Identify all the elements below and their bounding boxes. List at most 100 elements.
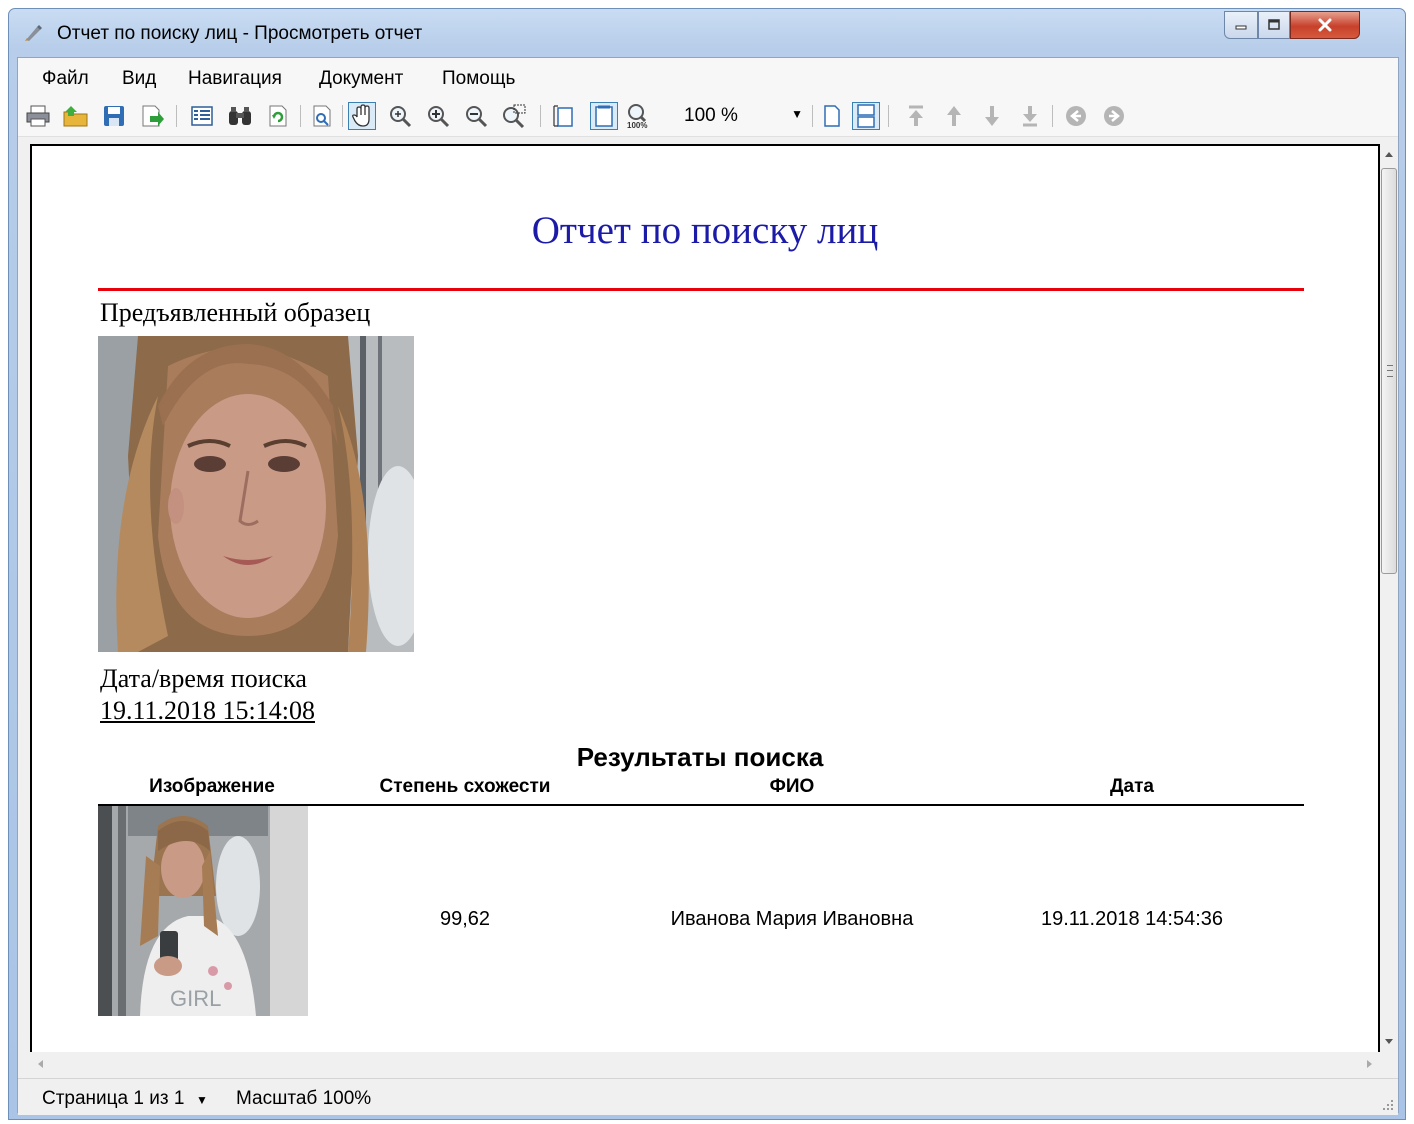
menu-file[interactable]: Файл bbox=[42, 68, 89, 90]
toolbar-separator bbox=[540, 105, 541, 127]
zoom-area-button[interactable] bbox=[500, 102, 528, 130]
print-button[interactable] bbox=[24, 102, 52, 130]
whole-page-icon bbox=[595, 105, 613, 127]
next-page-icon bbox=[985, 106, 999, 126]
result-thumbnail[interactable]: GIRL bbox=[98, 806, 308, 1016]
next-page-button[interactable] bbox=[978, 102, 1006, 130]
report-title: Отчет по поиску лиц bbox=[531, 209, 879, 252]
scroll-down-icon[interactable] bbox=[1384, 1038, 1394, 1046]
scroll-right-icon[interactable] bbox=[1366, 1059, 1374, 1069]
hand-tool-icon bbox=[352, 104, 370, 127]
single-page-button[interactable] bbox=[818, 102, 846, 130]
actual-size-button[interactable]: 100% bbox=[624, 102, 652, 130]
column-header-similarity: Степень схожести bbox=[379, 776, 551, 797]
toolbar-separator bbox=[888, 105, 889, 127]
scale-indicator: Масштаб 100% bbox=[236, 1088, 372, 1109]
page-setup-button[interactable] bbox=[308, 102, 336, 130]
toolbar-separator bbox=[342, 105, 343, 127]
close-icon bbox=[1318, 18, 1332, 32]
thumbnails-icon bbox=[191, 106, 213, 126]
last-page-icon bbox=[1023, 106, 1037, 127]
sample-label: Предъявленный образец bbox=[100, 298, 371, 327]
export-icon bbox=[142, 105, 164, 127]
open-icon bbox=[63, 106, 88, 127]
toolbar: 100% 100 % ▼ bbox=[18, 96, 1398, 137]
zoom-out-button[interactable] bbox=[462, 102, 490, 130]
menu-view[interactable]: Вид bbox=[122, 68, 156, 90]
whole-page-button[interactable] bbox=[590, 102, 618, 130]
menu-navigation[interactable]: Навигация bbox=[188, 68, 282, 90]
export-button[interactable] bbox=[138, 102, 166, 130]
zoom-value: 100 % bbox=[684, 105, 738, 126]
zoom-area-icon bbox=[503, 104, 526, 128]
menu-help[interactable]: Помощь bbox=[442, 68, 515, 90]
continuous-page-icon bbox=[857, 104, 875, 128]
single-page-icon bbox=[824, 105, 840, 127]
report-page: Отчет по поиску лиц Предъявленный образе… bbox=[30, 144, 1380, 1052]
maximize-button[interactable] bbox=[1258, 11, 1290, 39]
scroll-up-icon[interactable] bbox=[1384, 150, 1394, 158]
print-icon bbox=[26, 105, 50, 127]
toolbar-separator bbox=[176, 105, 177, 127]
chevron-down-icon[interactable]: ▼ bbox=[196, 1093, 208, 1107]
continuous-page-button[interactable] bbox=[852, 102, 880, 130]
page-width-button[interactable] bbox=[550, 102, 578, 130]
previous-page-icon bbox=[947, 106, 961, 126]
horizontal-scrollbar[interactable] bbox=[30, 1054, 1380, 1072]
page-indicator[interactable]: Страница 1 из 1 bbox=[42, 1088, 184, 1110]
save-icon bbox=[104, 106, 124, 126]
results-title: Результаты поиска bbox=[576, 742, 824, 772]
zoom-out-icon bbox=[466, 106, 488, 128]
toolbar-separator bbox=[1052, 105, 1053, 127]
zoom-tool-button[interactable] bbox=[386, 102, 414, 130]
svg-text:GIRL: GIRL bbox=[170, 986, 221, 1011]
minimize-icon bbox=[1235, 25, 1247, 30]
forward-button[interactable] bbox=[1100, 102, 1128, 130]
client-area: Файл Вид Навигация Документ Помощь 100% … bbox=[17, 57, 1399, 1115]
title-bar: Отчет по поиску лиц - Просмотреть отчет bbox=[9, 9, 1405, 57]
back-button[interactable] bbox=[1062, 102, 1090, 130]
last-page-button[interactable] bbox=[1016, 102, 1044, 130]
thumbnails-button[interactable] bbox=[188, 102, 216, 130]
forward-icon bbox=[1104, 106, 1124, 126]
window-title: Отчет по поиску лиц - Просмотреть отчет bbox=[57, 23, 423, 44]
person-name: Иванова Мария Ивановна bbox=[670, 908, 914, 930]
result-date: 19.11.2018 14:54:36 bbox=[1040, 908, 1224, 930]
previous-page-button[interactable] bbox=[940, 102, 968, 130]
menu-bar: Файл Вид Навигация Документ Помощь bbox=[18, 58, 1398, 96]
refresh-button[interactable] bbox=[264, 102, 292, 130]
refresh-icon bbox=[269, 105, 287, 127]
menu-document[interactable]: Документ bbox=[319, 68, 403, 90]
sample-face-image bbox=[98, 336, 414, 652]
zoom-in-icon bbox=[428, 106, 450, 128]
zoom-select[interactable]: 100 % ▼ bbox=[680, 105, 805, 127]
app-icon bbox=[25, 25, 42, 41]
find-icon bbox=[229, 107, 251, 125]
vertical-scroll-thumb[interactable] bbox=[1381, 168, 1397, 574]
back-icon bbox=[1066, 106, 1086, 126]
actual-size-icon: 100% bbox=[627, 104, 647, 129]
minimize-button[interactable] bbox=[1224, 11, 1258, 39]
svg-text:100%: 100% bbox=[627, 121, 647, 129]
column-header-name: ФИО bbox=[769, 776, 815, 797]
open-button[interactable] bbox=[62, 102, 90, 130]
maximize-icon bbox=[1268, 19, 1280, 30]
page-setup-icon bbox=[313, 105, 331, 127]
save-button[interactable] bbox=[100, 102, 128, 130]
grip-icon bbox=[1387, 365, 1393, 377]
title-divider bbox=[98, 288, 1304, 291]
search-datetime-value: 19.11.2018 15:14:08 bbox=[100, 696, 315, 725]
close-button[interactable] bbox=[1290, 11, 1360, 39]
hand-tool-button[interactable] bbox=[348, 102, 376, 130]
scroll-left-icon[interactable] bbox=[36, 1059, 44, 1069]
column-header-date: Дата bbox=[1110, 776, 1154, 797]
vertical-scrollbar[interactable] bbox=[1380, 144, 1398, 1054]
resize-grip-icon[interactable] bbox=[1382, 1099, 1394, 1111]
status-bar: Страница 1 из 1 ▼ Масштаб 100% bbox=[18, 1078, 1398, 1115]
zoom-in-button[interactable] bbox=[424, 102, 452, 130]
search-datetime-label: Дата/время поиска bbox=[100, 664, 307, 693]
find-button[interactable] bbox=[226, 102, 254, 130]
chevron-down-icon[interactable]: ▼ bbox=[791, 107, 803, 121]
report-viewer-window: Отчет по поиску лиц - Просмотреть отчет … bbox=[8, 8, 1406, 1120]
first-page-button[interactable] bbox=[902, 102, 930, 130]
